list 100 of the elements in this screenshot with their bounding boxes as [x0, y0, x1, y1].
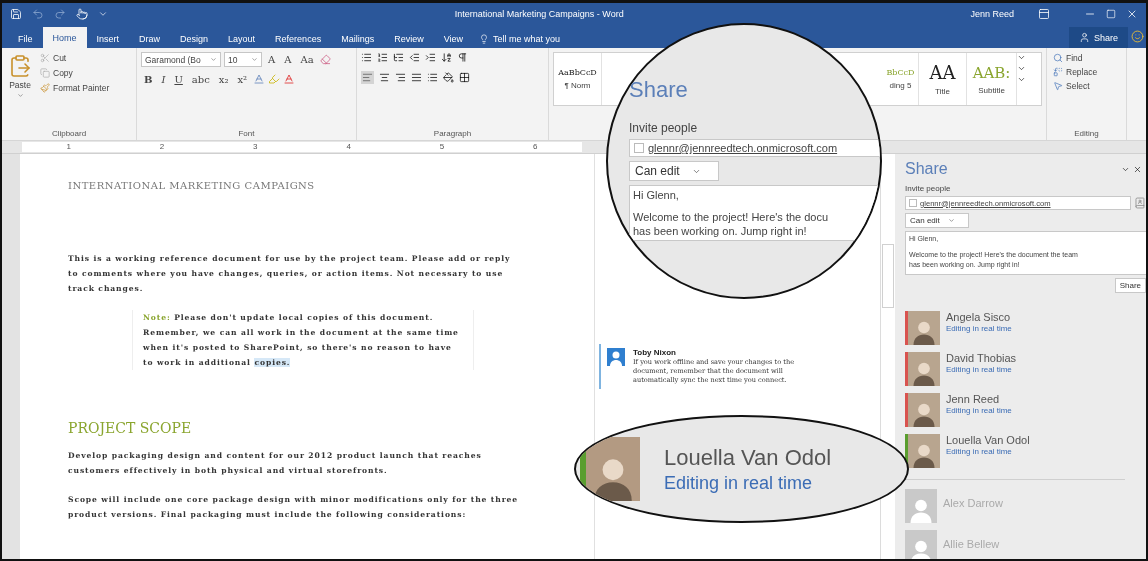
ribbon-tab[interactable]: Layout: [218, 30, 266, 48]
search-icon: [1053, 53, 1063, 63]
align-left-button[interactable]: [361, 71, 374, 84]
touch-mode-icon: [76, 8, 88, 20]
comment-author: Toby Nixon: [633, 348, 677, 357]
permission-dropdown[interactable]: Can edit: [905, 213, 969, 228]
group-label: Editing: [1073, 129, 1100, 138]
close-icon: [1126, 8, 1138, 20]
increase-indent-icon: [425, 52, 436, 63]
section-heading: PROJECT SCOPE: [68, 420, 193, 436]
field-label: Invite people: [629, 121, 699, 135]
ruler-number: 2: [159, 142, 165, 152]
person-status: Editing in real time: [946, 406, 1012, 415]
eraser-icon: [319, 54, 331, 65]
font-button[interactable]: U: [171, 73, 186, 85]
person-status: Editing in real time: [946, 324, 1012, 333]
ribbon-display-icon: [1038, 8, 1050, 20]
close-icon: [1133, 164, 1142, 174]
person-name: Alex Darrow: [943, 497, 1003, 509]
editing-command[interactable]: Replace: [1051, 66, 1100, 78]
style-item[interactable]: BbCcD ding 5: [883, 53, 919, 105]
ribbon-tab[interactable]: Design: [170, 30, 219, 48]
user-name: Jenn Reed: [970, 9, 1014, 19]
font-button[interactable]: Aa: [297, 54, 317, 65]
customize-caret-icon: [98, 9, 108, 19]
clipboard-command[interactable]: Cut: [38, 52, 112, 64]
group-label: Paragraph: [432, 129, 473, 138]
highlighter-icon: [268, 73, 281, 85]
ruler-number: 5: [439, 142, 445, 152]
copy-icon: [40, 68, 50, 78]
sort-icon: [441, 52, 452, 63]
document-title: INTERNATIONAL MARKETING CAMPAIGNS: [68, 180, 316, 191]
scroll-thumb[interactable]: [882, 244, 894, 308]
font-button[interactable]: x²: [234, 73, 251, 85]
caret-icon: [16, 92, 24, 99]
align-center-icon: [379, 72, 390, 83]
font-button[interactable]: A: [265, 54, 279, 65]
font-button[interactable]: I: [158, 73, 169, 85]
lightbulb-icon: [479, 34, 490, 44]
undo-icon: [32, 8, 44, 20]
person-name: David Thobias: [946, 352, 1017, 364]
window-title: International Marketing Campaigns - Word: [453, 9, 625, 19]
ribbon-tab[interactable]: Home: [42, 27, 87, 48]
bullets-icon: [361, 52, 372, 63]
ribbon-tab[interactable]: Insert: [86, 30, 130, 48]
line-spacing-icon: [427, 72, 438, 83]
share-button[interactable]: Share: [1068, 27, 1128, 48]
person-name: Louella Van Odol: [664, 444, 832, 471]
person-status: Editing in real time: [946, 447, 1013, 456]
person-name: Louella Van Odol: [946, 434, 1030, 446]
font-button[interactable]: B: [141, 73, 156, 85]
ruler-number: 4: [346, 142, 351, 152]
clipboard-command[interactable]: Copy: [38, 67, 112, 79]
email-field[interactable]: glennr@jennreedtech.onmicrosoft.com: [629, 139, 880, 157]
font-color-icon: [283, 73, 296, 85]
borders-icon: [459, 72, 470, 83]
ribbon-tab[interactable]: Draw: [129, 30, 171, 48]
pane-title: Share: [905, 160, 948, 178]
font-button[interactable]: x₂: [215, 73, 232, 85]
save-icon: [10, 8, 22, 20]
person-name: Jenn Reed: [946, 393, 1001, 405]
justify-icon: [411, 72, 422, 83]
more-caret-icon: [1017, 75, 1026, 84]
paste-button[interactable]: Paste: [6, 52, 34, 129]
shading-icon: [443, 72, 454, 83]
redo-icon: [54, 8, 66, 20]
ribbon-tab[interactable]: Review: [384, 30, 434, 48]
person-status: Editing in real time: [946, 365, 1013, 374]
share-button[interactable]: Share: [1114, 278, 1146, 293]
maximize-icon: [1106, 9, 1116, 19]
address-book-icon: [1134, 197, 1146, 209]
message-field[interactable]: Hi Glenn, Welcome to the project! Here's the docu has been working on. Jump right in!: [629, 185, 880, 241]
ruler-number: 1: [66, 142, 71, 152]
clipboard-command[interactable]: Format Painter: [38, 82, 112, 94]
pane-title: Share: [629, 77, 688, 103]
ribbon-tab[interactable]: Mailings: [331, 30, 385, 48]
ruler-number: 3: [253, 142, 258, 152]
editing-command[interactable]: Find: [1051, 52, 1100, 64]
caret-icon: [947, 217, 955, 224]
ribbon-tab[interactable]: References: [265, 30, 332, 48]
person-name: Allie Bellew: [943, 538, 1000, 550]
font-size-field[interactable]: 10: [224, 52, 262, 67]
replace-icon: [1053, 67, 1063, 77]
align-left-icon: [362, 72, 373, 83]
tell-me-field[interactable]: Tell me what you: [479, 30, 561, 48]
person-icon: [607, 348, 625, 366]
group-label: Font: [237, 129, 256, 138]
font-button[interactable]: A: [281, 54, 295, 65]
clipboard-icon: [8, 54, 32, 78]
font-button[interactable]: abc: [188, 73, 213, 85]
pointer-icon: [1053, 81, 1063, 91]
ribbon-tab[interactable]: File: [8, 30, 43, 48]
font-name-field[interactable]: Garamond (Bo: [141, 52, 221, 67]
caret-icon: [251, 56, 258, 63]
scissors-icon: [40, 53, 50, 63]
editing-command[interactable]: Select: [1051, 80, 1100, 92]
smiley-icon: [1130, 30, 1144, 43]
permission-dropdown[interactable]: Can edit: [629, 161, 719, 181]
person-name: Angela Sisco: [946, 311, 1012, 323]
ribbon-tab[interactable]: View: [433, 30, 474, 48]
